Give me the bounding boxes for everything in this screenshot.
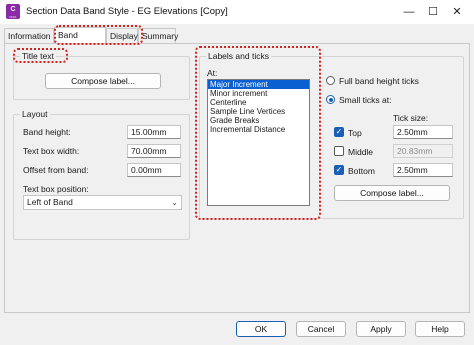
apply-button[interactable]: Apply — [356, 321, 406, 337]
labels-ticks-highlight-annotation — [195, 46, 321, 220]
band-height-input[interactable]: 15.00mm — [127, 125, 181, 139]
cancel-button[interactable]: Cancel — [296, 321, 346, 337]
title-compose-label-button[interactable]: Compose label... — [45, 73, 161, 89]
offset-from-band-label: Offset from band: — [23, 165, 89, 175]
tick-size-label: Tick size: — [393, 113, 429, 123]
civil3d-app-icon: C CIVIL — [6, 4, 20, 19]
middle-checkbox[interactable] — [334, 146, 344, 156]
text-box-position-dropdown[interactable]: Left of Band ⌄ — [23, 195, 182, 210]
close-button[interactable]: ✕ — [446, 3, 468, 21]
top-tick-size-input[interactable]: 2.50mm — [393, 125, 453, 139]
help-button[interactable]: Help — [415, 321, 465, 337]
text-box-width-label: Text box width: — [23, 146, 80, 156]
full-band-height-radio[interactable] — [326, 76, 335, 85]
text-box-position-label: Text box position: — [23, 184, 89, 194]
middle-label: Middle — [348, 147, 374, 157]
tab-summary[interactable]: Summary — [138, 28, 178, 43]
top-checkbox[interactable]: ✓ — [334, 127, 344, 137]
text-box-width-input[interactable]: 70.00mm — [127, 144, 181, 158]
ok-button[interactable]: OK — [236, 321, 286, 337]
ticks-compose-label-button[interactable]: Compose label... — [334, 185, 450, 201]
title-text-highlight-annotation — [13, 48, 68, 63]
tab-information[interactable]: Information — [4, 28, 54, 43]
bottom-checkbox[interactable]: ✓ — [334, 165, 344, 175]
bottom-label: Bottom — [348, 166, 375, 176]
maximize-button[interactable]: ☐ — [422, 3, 444, 21]
top-label: Top — [348, 128, 362, 138]
title-bar[interactable]: C CIVIL Section Data Band Style - EG Elev… — [0, 0, 474, 24]
dialog-window: C CIVIL Section Data Band Style - EG Elev… — [0, 0, 474, 345]
layout-group: Layout Band height: 15.00mm Text box wid… — [13, 109, 190, 240]
chevron-down-icon: ⌄ — [171, 198, 178, 207]
text-box-position-value: Left of Band — [27, 197, 73, 207]
tab-highlight-annotation — [54, 25, 143, 45]
full-band-height-label: Full band height ticks — [339, 76, 419, 86]
band-height-label: Band height: — [23, 127, 71, 137]
layout-group-label: Layout — [20, 109, 50, 119]
small-ticks-radio[interactable] — [326, 95, 335, 104]
offset-from-band-input[interactable]: 0.00mm — [127, 163, 181, 177]
bottom-tick-size-input[interactable]: 2.50mm — [393, 163, 453, 177]
small-ticks-label: Small ticks at: — [339, 95, 392, 105]
minimize-button[interactable]: — — [398, 3, 420, 21]
window-title: Section Data Band Style - EG Elevations … — [26, 6, 228, 17]
middle-tick-size-input[interactable]: 20.83mm — [393, 144, 453, 158]
